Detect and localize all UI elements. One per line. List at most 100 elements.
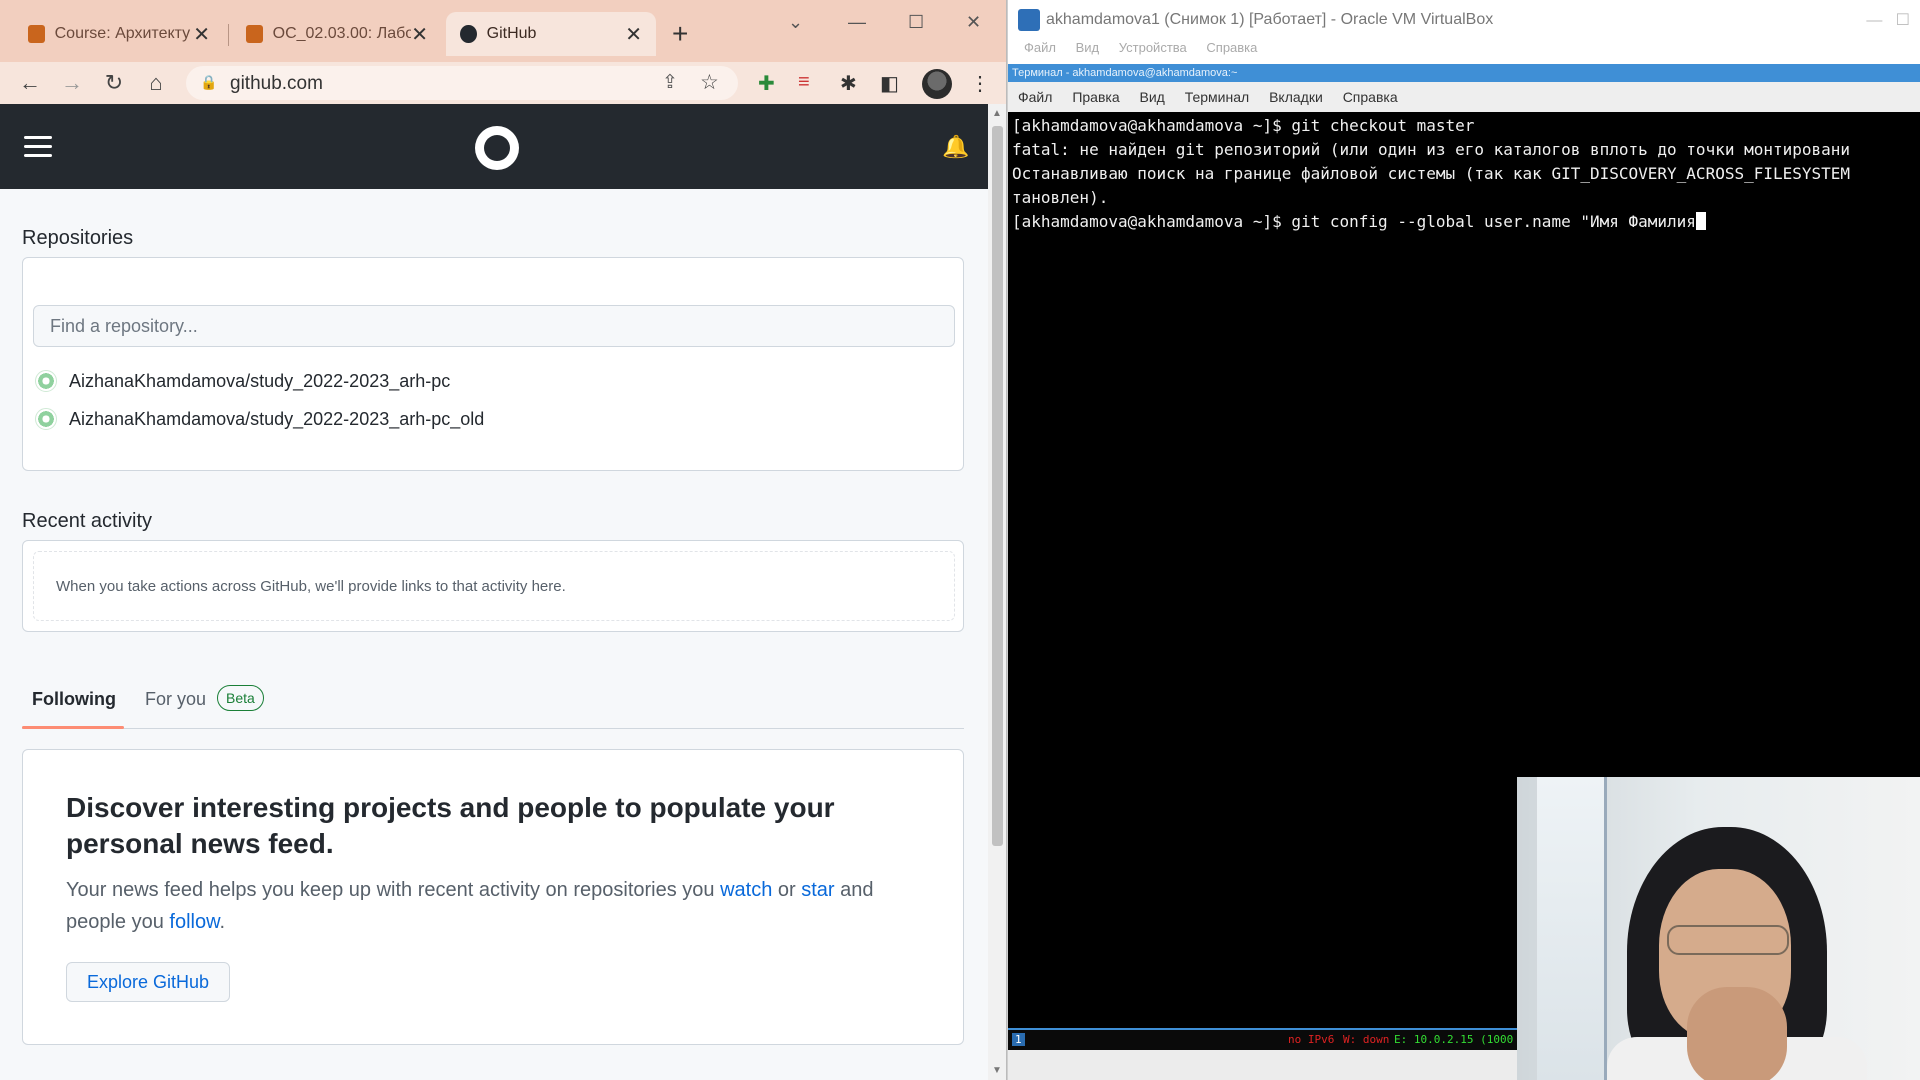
vbox-menu-devices[interactable]: Устройства [1119, 40, 1187, 55]
tab-title: Course: Архитекту [54, 25, 191, 42]
github-icon [460, 25, 477, 43]
page-scrollbar[interactable]: ▲ ▼ [988, 104, 1006, 1080]
tab-github[interactable]: GitHub ✕ [446, 12, 656, 56]
discover-text-part: or [772, 879, 802, 901]
maximize-icon[interactable]: ☐ [908, 12, 924, 33]
terminal-menu-help[interactable]: Справка [1343, 89, 1398, 105]
extensions-puzzle-icon[interactable]: ✱ [840, 71, 857, 96]
status-wireless: W: down [1343, 1033, 1390, 1046]
webcam-person-hand [1687, 987, 1787, 1080]
tab-title: ОС_02.03.00: Лабо [272, 25, 412, 42]
workspace-number[interactable]: 1 [1012, 1033, 1025, 1046]
vbox-window-buttons[interactable]: — ☐ [1866, 10, 1910, 30]
discover-text-part: Your news feed helps you keep up with re… [66, 879, 721, 901]
explore-github-button[interactable]: Explore GitHub [66, 962, 231, 1002]
profile-avatar[interactable] [922, 69, 952, 99]
tab-course[interactable]: Course: Архитекту ✕ [14, 12, 224, 56]
recent-activity-message: When you take actions across GitHub, we'… [33, 551, 955, 621]
terminal-prompt-line[interactable]: [akhamdamova@akhamdamova ~]$ git config … [1012, 210, 1916, 234]
tab-for-you[interactable]: For you [145, 689, 206, 710]
terminal-prompt-text: [akhamdamova@akhamdamova ~]$ git config … [1012, 212, 1696, 231]
reload-icon[interactable]: ↻ [100, 70, 128, 96]
find-repository-input[interactable] [33, 305, 955, 347]
forward-arrow-icon[interactable]: → [58, 70, 86, 96]
recent-activity-box: When you take actions across GitHub, we'… [22, 540, 964, 632]
home-icon[interactable]: ⌂ [142, 70, 170, 96]
discover-text-part: . [219, 911, 226, 933]
github-dashboard: Repositories AizhanaKhamdamova/study_202… [0, 189, 988, 1080]
repo-owner-avatar-icon [35, 370, 57, 392]
active-tab-underline [22, 726, 124, 729]
feed-tabs: Following For you Beta [22, 685, 964, 729]
github-logo-icon[interactable] [475, 126, 519, 170]
scroll-down-arrow-icon[interactable]: ▼ [992, 1065, 1002, 1076]
hamburger-menu-icon[interactable] [24, 136, 52, 158]
repositories-heading: Repositories [22, 227, 134, 249]
extension-lines-icon[interactable]: ≡ [798, 71, 810, 94]
vbox-titlebar: akhamdamova1 (Снимок 1) [Работает] - Ora… [1008, 0, 1920, 40]
repo-link[interactable]: AizhanaKhamdamova/study_2022-2023_arh-pc [35, 370, 450, 392]
bookmark-star-icon[interactable]: ☆ [700, 70, 719, 95]
github-header: 🔔 [0, 104, 988, 189]
tab-following[interactable]: Following [32, 689, 116, 720]
terminal-line: fatal: не найден git репозиторий (или од… [1012, 140, 1851, 159]
tab-os-lab[interactable]: ОС_02.03.00: Лабо ✕ [232, 12, 442, 56]
close-tab-icon[interactable]: ✕ [625, 22, 642, 47]
browser-window: Course: Архитекту ✕ ОС_02.03.00: Лабо ✕ … [0, 0, 1007, 1080]
discover-text: Your news feed helps you keep up with re… [66, 874, 926, 938]
terminal-menu-tabs[interactable]: Вкладки [1269, 89, 1323, 105]
tab-search-chevron-icon[interactable]: ⌄ [788, 12, 803, 33]
tab-divider [228, 24, 229, 46]
new-tab-plus-icon[interactable]: + [672, 18, 688, 50]
terminal-cursor [1695, 212, 1706, 230]
extension-green-icon[interactable]: ✚ [758, 71, 775, 96]
back-arrow-icon[interactable]: ← [16, 70, 44, 96]
terminal-menu-edit[interactable]: Правка [1072, 89, 1119, 105]
vbox-menu-view[interactable]: Вид [1076, 40, 1100, 55]
close-tab-icon[interactable]: ✕ [411, 22, 428, 47]
close-tab-icon[interactable]: ✕ [193, 22, 210, 47]
repo-owner-avatar-icon [35, 408, 57, 430]
tab-strip: Course: Архитекту ✕ ОС_02.03.00: Лабо ✕ … [0, 0, 1006, 62]
minimize-icon[interactable]: — [848, 12, 866, 33]
status-ipv6: no IPv6 [1288, 1033, 1335, 1046]
vbox-title: akhamdamova1 (Снимок 1) [Работает] - Ora… [1046, 11, 1494, 28]
star-link[interactable]: star [801, 879, 834, 901]
repo-link[interactable]: AizhanaKhamdamova/study_2022-2023_arh-pc… [35, 408, 484, 430]
repo-name[interactable]: AizhanaKhamdamova/study_2022-2023_arh-pc [69, 371, 450, 392]
beta-badge: Beta [217, 685, 264, 711]
notifications-bell-icon[interactable]: 🔔 [942, 134, 969, 160]
terminal-menubar: Файл Правка Вид Терминал Вкладки Справка [1008, 82, 1920, 112]
webcam-background-window [1537, 777, 1607, 1080]
terminal-line: Останавливаю поиск на границе файловой с… [1012, 164, 1851, 183]
moodle-icon [246, 25, 263, 43]
discover-title: Discover interesting projects and people… [66, 792, 835, 859]
lock-icon: 🔒 [200, 74, 218, 90]
address-bar-row: ← → ↻ ⌂ 🔒 github.com ⇪ ☆ ✚ ≡ ✱ ◧ ⋮ [0, 62, 1006, 104]
moodle-icon [28, 25, 45, 43]
watch-link[interactable]: watch [720, 879, 772, 901]
webcam-person-glasses [1667, 925, 1789, 955]
side-panel-icon[interactable]: ◧ [880, 71, 899, 96]
vbox-menu-help[interactable]: Справка [1206, 40, 1257, 55]
virtualbox-icon [1018, 9, 1040, 31]
url-text: github.com [230, 73, 323, 94]
webcam-overlay [1517, 777, 1920, 1080]
terminal-line: тановлен). [1012, 188, 1109, 207]
terminal-menu-file[interactable]: Файл [1018, 89, 1052, 105]
vbox-menubar: Файл Вид Устройства Справка [1008, 40, 1920, 64]
terminal-menu-view[interactable]: Вид [1140, 89, 1165, 105]
follow-link[interactable]: follow [169, 911, 219, 933]
url-omnibox[interactable]: 🔒 github.com ⇪ ☆ [186, 66, 738, 100]
scroll-up-arrow-icon[interactable]: ▲ [992, 108, 1002, 119]
terminal-line: [akhamdamova@akhamdamova ~]$ git checkou… [1012, 116, 1475, 135]
terminal-menu-terminal[interactable]: Терминал [1185, 89, 1249, 105]
repo-name[interactable]: AizhanaKhamdamova/study_2022-2023_arh-pc… [69, 409, 484, 430]
status-ethernet: E: 10.0.2.15 (1000 [1394, 1033, 1514, 1046]
close-window-icon[interactable]: ✕ [966, 12, 981, 33]
vbox-menu-file[interactable]: Файл [1024, 40, 1056, 55]
kebab-menu-icon[interactable]: ⋮ [970, 71, 990, 96]
scrollbar-thumb[interactable] [992, 126, 1003, 846]
share-icon[interactable]: ⇪ [662, 71, 678, 94]
repositories-box: AizhanaKhamdamova/study_2022-2023_arh-pc… [22, 257, 964, 471]
